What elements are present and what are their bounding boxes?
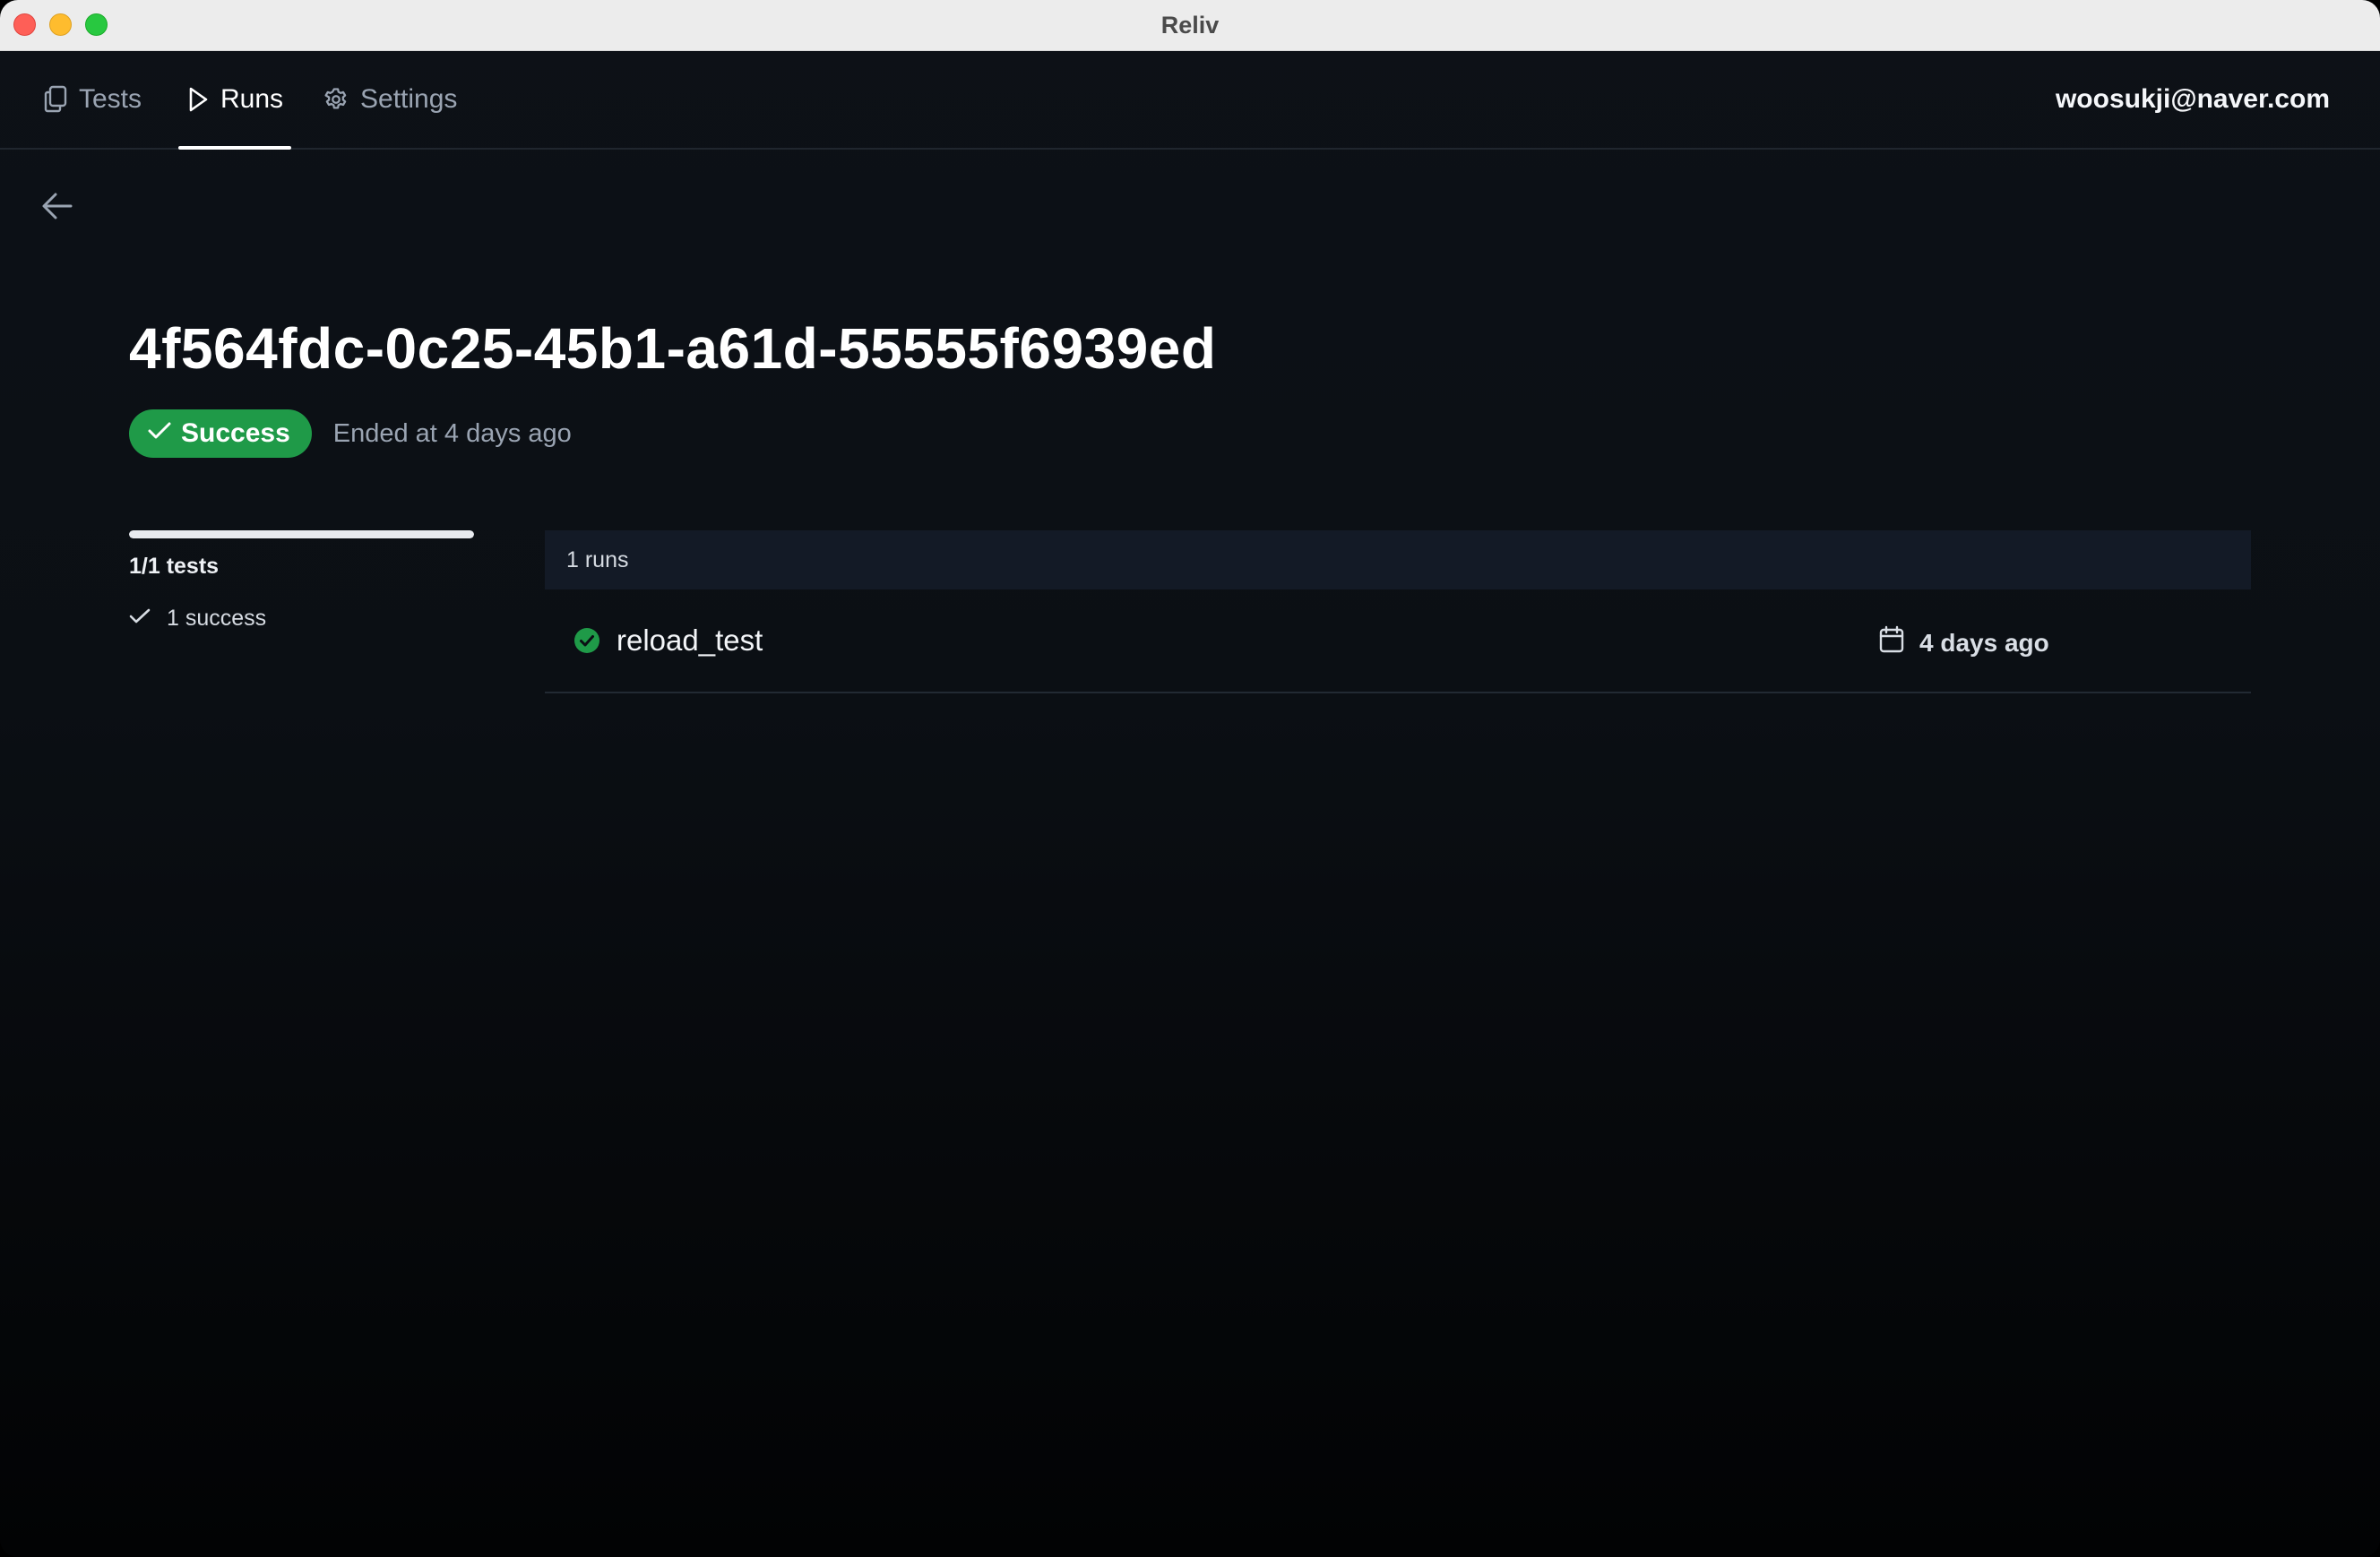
check-icon	[147, 418, 172, 449]
arrow-left-icon	[40, 191, 74, 226]
run-list-item[interactable]: reload_test 4 days ago	[545, 589, 2251, 693]
success-count: 1 success	[129, 606, 266, 632]
tests-count: 1/1 tests	[129, 554, 220, 579]
check-icon	[129, 606, 151, 632]
status-label: Success	[181, 418, 290, 448]
tab-settings[interactable]: Settings	[323, 50, 457, 148]
top-nav: Tests Runs Settings woosukji@naver.com	[0, 50, 2380, 150]
status-row: Success Ended at 4 days ago	[129, 409, 572, 458]
copy-icon	[43, 85, 68, 114]
calendar-icon	[1878, 625, 1905, 660]
app-window: Reliv Tests Runs Settings woosukji@naver…	[0, 0, 2380, 1557]
run-name: reload_test	[617, 624, 763, 657]
title-bar: Reliv	[0, 0, 2380, 51]
status-badge: Success	[129, 409, 312, 458]
tab-settings-label: Settings	[360, 83, 458, 114]
progress-fill	[129, 530, 474, 538]
play-icon	[186, 86, 210, 113]
check-circle-icon	[573, 627, 600, 654]
window-title: Reliv	[1160, 12, 1220, 39]
tab-runs[interactable]: Runs	[177, 50, 292, 150]
tab-tests[interactable]: Tests	[43, 50, 142, 148]
run-date: 4 days ago	[1878, 625, 2049, 660]
page-title: 4f564fdc-0c25-45b1-a61d-55555f6939ed	[129, 316, 1217, 381]
runs-list-header: 1 runs	[545, 530, 2251, 589]
ended-time: Ended at 4 days ago	[332, 418, 572, 448]
run-date-label: 4 days ago	[1919, 628, 2049, 657]
gear-icon	[323, 86, 349, 113]
success-count-label: 1 success	[167, 606, 267, 631]
tab-tests-label: Tests	[79, 83, 142, 114]
progress-bar	[129, 530, 474, 538]
tab-runs-label: Runs	[220, 83, 284, 114]
back-button[interactable]	[38, 188, 77, 228]
user-email[interactable]: woosukji@naver.com	[2056, 84, 2330, 115]
